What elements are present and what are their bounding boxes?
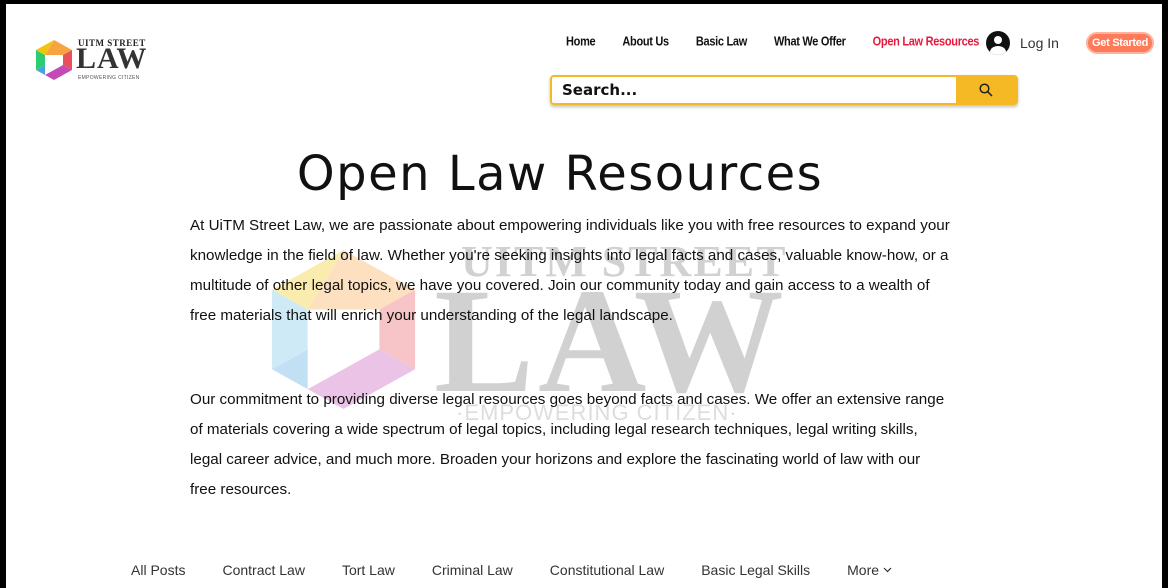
category-contract-law[interactable]: Contract Law: [222, 562, 304, 578]
intro-paragraph: At UiTM Street Law, we are passionate ab…: [190, 217, 950, 324]
nav-basic-law[interactable]: Basic Law: [696, 35, 747, 49]
page-frame: UITM STREET LAW EMPOWERING CITIZEN Home …: [6, 4, 1162, 588]
logo-hexagon-icon: [36, 40, 72, 80]
category-more-dropdown[interactable]: More: [847, 562, 892, 578]
page-title: Open Law Resources: [296, 146, 824, 202]
commitment-paragraph: Our commitment to providing diverse lega…: [190, 391, 945, 498]
search-bar: [550, 75, 1018, 105]
category-basic-legal-skills[interactable]: Basic Legal Skills: [701, 562, 810, 578]
site-logo[interactable]: UITM STREET LAW EMPOWERING CITIZEN: [32, 38, 172, 88]
nav-open-law-resources[interactable]: Open Law Resources: [873, 35, 980, 49]
account-icon: [986, 31, 1010, 55]
category-tort-law[interactable]: Tort Law: [342, 562, 395, 578]
category-menu: All Posts Contract Law Tort Law Criminal…: [131, 562, 929, 578]
login-label: Log In: [1020, 35, 1059, 51]
more-label: More: [847, 562, 880, 578]
logo-text-sub: EMPOWERING CITIZEN: [78, 75, 140, 81]
nav-about-us[interactable]: About Us: [622, 35, 669, 49]
category-all-posts[interactable]: All Posts: [131, 562, 185, 578]
category-criminal-law[interactable]: Criminal Law: [432, 562, 513, 578]
category-constitutional-law[interactable]: Constitutional Law: [550, 562, 664, 578]
logo-text-main: LAW: [76, 42, 148, 75]
search-icon: [979, 83, 993, 97]
search-input[interactable]: [552, 77, 956, 103]
nav-what-we-offer[interactable]: What We Offer: [774, 35, 846, 49]
search-button[interactable]: [956, 77, 1016, 103]
main-nav: Home About Us Basic Law What We Offer Op…: [566, 35, 1006, 49]
nav-home[interactable]: Home: [566, 35, 596, 49]
chevron-down-icon: [883, 567, 892, 573]
login-button[interactable]: Log In: [986, 31, 1059, 55]
get-started-button[interactable]: Get Started: [1086, 32, 1154, 54]
